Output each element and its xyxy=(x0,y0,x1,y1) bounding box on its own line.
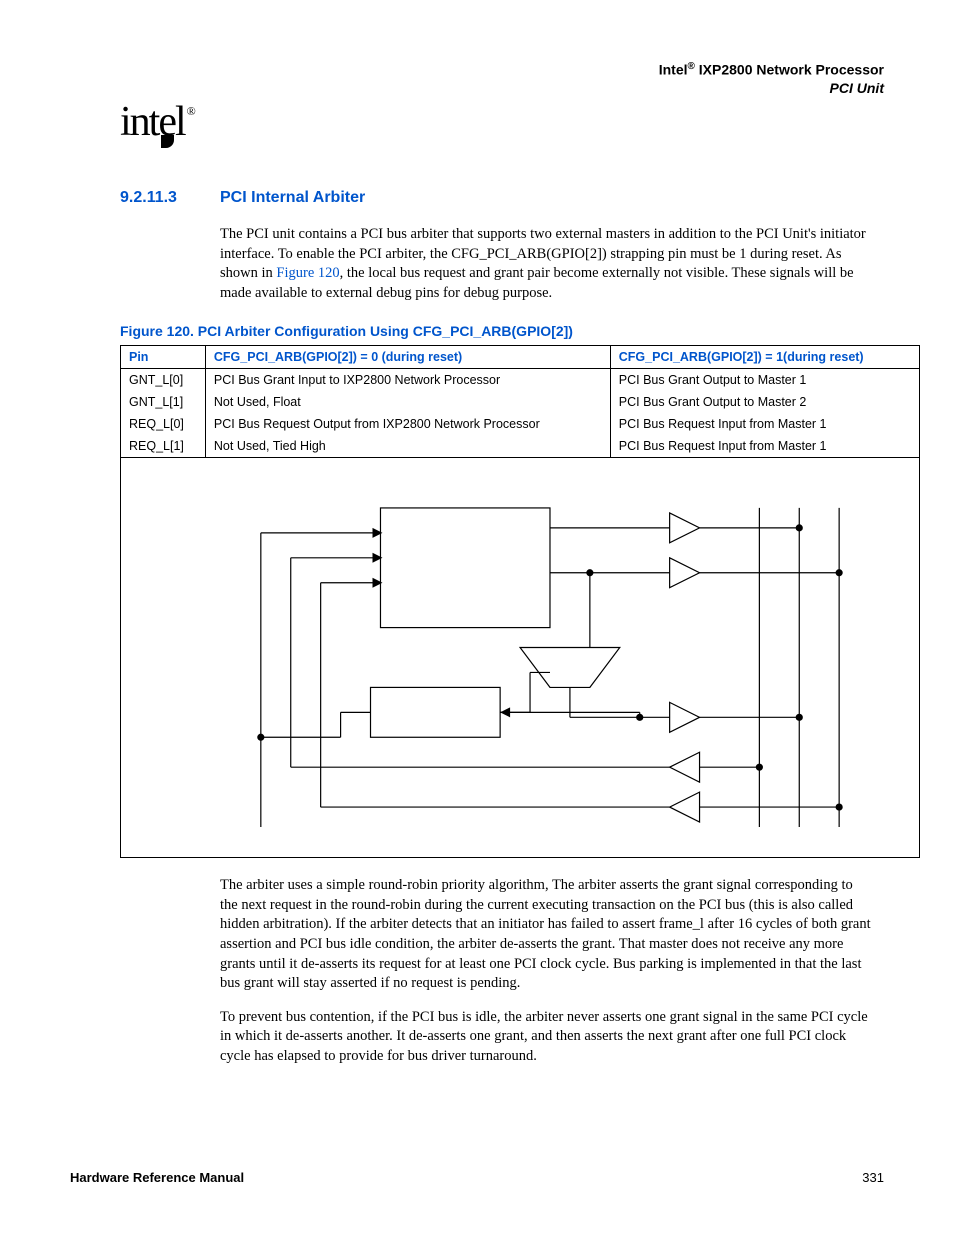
intel-logo: intel® xyxy=(120,98,192,146)
th-cfg1: CFG_PCI_ARB(GPIO[2]) = 1(during reset) xyxy=(610,346,919,369)
section-title: PCI Internal Arbiter xyxy=(220,189,365,207)
section-heading: 9.2.11.3 PCI Internal Arbiter xyxy=(70,189,884,207)
header-subtitle: PCI Unit xyxy=(70,79,884,97)
figure-link[interactable]: Figure 120 xyxy=(276,265,339,281)
th-cfg0: CFG_PCI_ARB(GPIO[2]) = 0 (during reset) xyxy=(205,346,610,369)
pin-table: Pin CFG_PCI_ARB(GPIO[2]) = 0 (during res… xyxy=(120,345,920,458)
th-pin: Pin xyxy=(121,346,206,369)
paragraph-2: The arbiter uses a simple round-robin pr… xyxy=(220,876,874,993)
table-row: REQ_L[1] Not Used, Tied High PCI Bus Req… xyxy=(121,435,920,458)
circuit-diagram-svg xyxy=(201,478,889,837)
footer-title: Hardware Reference Manual xyxy=(70,1170,244,1185)
header-product: IXP2800 Network Processor xyxy=(695,62,884,78)
table-row: REQ_L[0] PCI Bus Request Output from IXP… xyxy=(121,413,920,435)
figure-caption: Figure 120. PCI Arbiter Configuration Us… xyxy=(120,323,884,339)
table-row: GNT_L[1] Not Used, Float PCI Bus Grant O… xyxy=(121,391,920,413)
page-footer: Hardware Reference Manual 331 xyxy=(70,1170,884,1185)
page-number: 331 xyxy=(862,1170,884,1185)
page-header: Intel® IXP2800 Network Processor PCI Uni… xyxy=(70,60,884,97)
table-row: GNT_L[0] PCI Bus Grant Input to IXP2800 … xyxy=(121,369,920,392)
section-number: 9.2.11.3 xyxy=(120,189,220,207)
paragraph-3: To prevent bus contention, if the PCI bu… xyxy=(220,1008,874,1067)
header-reg: ® xyxy=(688,61,695,72)
arbiter-diagram xyxy=(120,458,920,858)
header-brand: Intel xyxy=(659,62,688,78)
paragraph-1: The PCI unit contains a PCI bus arbiter … xyxy=(220,225,874,303)
